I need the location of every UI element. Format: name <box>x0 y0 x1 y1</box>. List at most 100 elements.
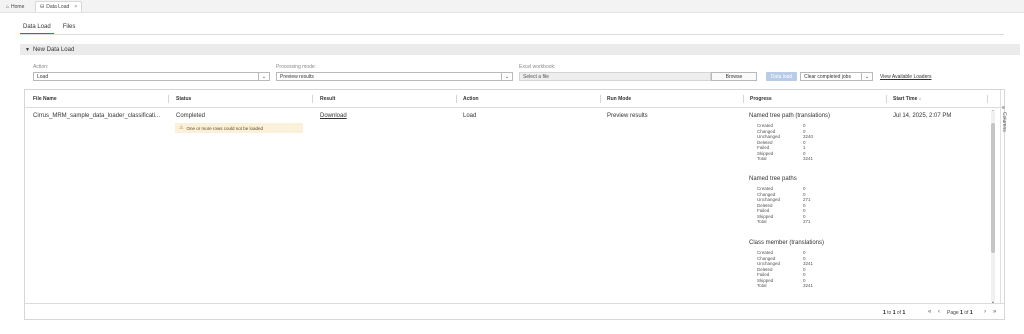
range-total: 1 <box>902 310 906 316</box>
action-select[interactable]: Load ⌄ <box>33 72 270 81</box>
range-of: of <box>896 310 902 316</box>
stat-value: 0 <box>803 250 806 255</box>
stat-value: 3240 <box>803 134 814 139</box>
range-start: 1 <box>883 310 886 316</box>
stat-label: Failed <box>757 208 770 213</box>
stat-label: Total <box>757 219 767 224</box>
columns-label: Columns <box>1001 112 1007 132</box>
col-start-time-label: Start Time <box>893 96 918 102</box>
page-current: 1 <box>960 310 963 316</box>
column-divider[interactable] <box>987 95 988 103</box>
stat-value: 0 <box>803 272 806 277</box>
data-load-button[interactable]: Data load <box>766 72 797 81</box>
col-progress[interactable]: Progress <box>750 96 772 102</box>
progress-group-title: Named tree path (translations) <box>749 113 831 119</box>
row-file-name: Cirrus_MRM_sample_data_loader_classifica… <box>33 113 161 119</box>
column-divider[interactable] <box>168 95 169 103</box>
stat-label: Skipped <box>757 150 774 156</box>
tab-data-load[interactable]: ⛁ Data Load × <box>35 1 83 12</box>
row-status: Completed <box>176 113 206 119</box>
page-total: 1 <box>969 310 973 316</box>
page-of: of <box>964 310 969 316</box>
tab-divider <box>20 34 1004 35</box>
subtab-files[interactable]: Files <box>60 20 79 34</box>
download-link[interactable]: Download <box>320 113 347 119</box>
progress-group-title: Class member (translations) <box>749 240 825 246</box>
close-tab-icon[interactable]: × <box>74 4 77 10</box>
progress-group-title: Named tree paths <box>749 176 797 182</box>
excel-workbook-label: Excel workbook: <box>519 64 556 70</box>
row-warning-text: One or more rows could not be loaded <box>186 125 264 131</box>
range-to: to <box>887 310 892 316</box>
col-run-mode[interactable]: Run Mode <box>607 96 631 102</box>
tab-data-load-label: Data Load <box>46 4 70 10</box>
file-placeholder: Select a file <box>523 73 549 80</box>
action-label: Action: <box>33 64 49 70</box>
warning-icon: ⚠ <box>179 125 184 131</box>
chevron-down-icon: ⌄ <box>501 73 512 80</box>
stat-label: Unchanged <box>757 134 781 139</box>
range-end: 1 <box>892 310 896 316</box>
action-value: Load <box>37 73 49 80</box>
page-word: Page <box>947 310 959 316</box>
processing-mode-value: Preview results <box>280 73 314 80</box>
clear-jobs-label: Clear completed jobs <box>804 73 851 80</box>
stat-label: Failed <box>757 145 770 150</box>
processing-mode-label: Processing mode: <box>276 64 317 70</box>
stat-value: 271 <box>803 197 811 202</box>
first-page-icon[interactable]: « <box>928 309 931 315</box>
stat-value: 0 <box>803 266 806 272</box>
new-data-load-header[interactable]: ▼ New Data Load <box>20 44 1020 55</box>
chevron-down-icon: ⌄ <box>258 73 269 80</box>
processing-mode-select[interactable]: Preview results ⌄ <box>276 72 513 81</box>
column-divider[interactable] <box>312 95 313 103</box>
subtab-data-load[interactable]: Data Load <box>20 20 54 34</box>
clear-completed-jobs-button[interactable]: Clear completed jobs ⌄ <box>800 72 873 81</box>
previous-page-icon[interactable]: ‹ <box>938 309 940 315</box>
sort-descending-icon: ↓ <box>918 96 922 102</box>
stat-value: 0 <box>803 202 806 208</box>
stat-label: Unchanged <box>757 197 781 202</box>
page-info: Page 1 of 1 <box>947 310 973 316</box>
column-divider[interactable] <box>743 95 744 103</box>
stat-value: 3241 <box>803 156 814 161</box>
column-divider[interactable] <box>886 95 887 103</box>
stat-label: Created <box>757 250 774 255</box>
stat-value: 271 <box>803 219 811 224</box>
stat-value: 0 <box>803 277 806 283</box>
stat-value: 0 <box>803 208 806 213</box>
column-divider[interactable] <box>600 95 601 103</box>
vertical-scrollbar[interactable] <box>991 111 995 301</box>
window-tab-strip: ⌂ Home ⛁ Data Load × <box>0 0 1024 13</box>
row-run-mode: Preview results <box>607 113 648 119</box>
home-icon: ⌂ <box>6 3 10 10</box>
next-page-icon[interactable]: › <box>984 309 986 315</box>
stat-label: Total <box>757 283 767 288</box>
columns-icon: ≡ <box>1002 105 1005 111</box>
view-available-loaders-link[interactable]: View Available Loaders <box>880 74 932 80</box>
columns-side-panel[interactable]: ≡ Columns <box>1000 90 1007 304</box>
stat-value: 0 <box>803 186 806 191</box>
grid-header: File Name Status Result Action Run Mode … <box>25 90 1004 108</box>
col-start-time[interactable]: Start Time ↓ <box>893 96 921 102</box>
last-page-icon[interactable]: » <box>993 309 996 315</box>
col-file-name[interactable]: File Name <box>33 96 57 102</box>
stat-value: 0 <box>803 213 806 219</box>
scrollbar-thumb[interactable] <box>991 123 995 253</box>
col-action[interactable]: Action <box>463 96 479 102</box>
column-divider[interactable] <box>456 95 457 103</box>
col-status[interactable]: Status <box>176 96 191 102</box>
stat-label: Skipped <box>757 213 774 219</box>
stat-label: Changed <box>757 191 776 197</box>
tab-home[interactable]: ⌂ Home <box>2 1 28 12</box>
stat-label: Deleted <box>757 139 773 145</box>
browse-button[interactable]: Browse <box>711 72 757 81</box>
stat-label: Unchanged <box>757 261 781 266</box>
stat-value: 3241 <box>803 283 814 288</box>
col-result[interactable]: Result <box>320 96 335 102</box>
stat-label: Skipped <box>757 277 774 283</box>
file-input[interactable]: Select a file <box>519 72 711 81</box>
stat-value: 0 <box>803 191 806 197</box>
stat-value: 0 <box>803 128 806 134</box>
row-start-time: Jul 14, 2025, 2:07 PM <box>893 113 952 119</box>
